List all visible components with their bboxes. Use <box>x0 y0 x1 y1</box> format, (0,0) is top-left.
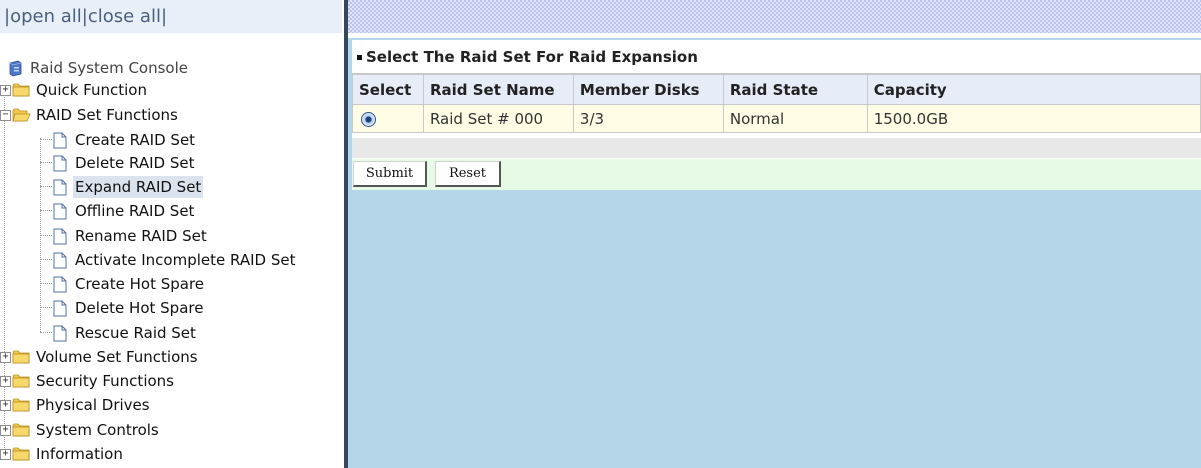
tree-item-label: Expand RAID Set <box>73 176 204 198</box>
content-pane: Select The Raid Set For Raid Expansion S… <box>348 0 1201 468</box>
table-row[interactable]: Raid Set # 000 3/3 Normal 1500.0GB <box>352 104 1201 133</box>
tree-item-label: Create RAID Set <box>75 131 196 149</box>
raid-expansion-form: Select The Raid Set For Raid Expansion S… <box>352 40 1201 190</box>
document-icon <box>53 325 67 341</box>
tree-connector-line <box>40 283 52 284</box>
document-icon <box>53 228 67 244</box>
navigation-pane: |open all|close all| Raid System Console… <box>0 0 344 468</box>
tree-item-label: Activate Incomplete RAID Set <box>75 251 296 269</box>
document-icon <box>53 203 67 219</box>
column-header-member-disks: Member Disks <box>572 74 724 105</box>
folder-open-icon <box>12 108 31 122</box>
bullet-icon <box>357 55 362 60</box>
tree-expander-icon[interactable]: + <box>0 448 11 460</box>
tree-item-system-controls[interactable]: + System Controls <box>0 419 161 441</box>
tree-item-create-raid-set[interactable]: Create RAID Set <box>53 129 197 151</box>
tree-item-label: Physical Drives <box>36 396 150 414</box>
form-title: Select The Raid Set For Raid Expansion <box>352 40 1201 74</box>
tree-item-raid-set-functions[interactable]: − RAID Set Functions <box>0 104 180 126</box>
tree-item-label: Offline RAID Set <box>75 202 195 220</box>
tree-root-label: Raid System Console <box>30 59 188 77</box>
select-cell[interactable] <box>352 104 424 133</box>
tree-connector-line <box>40 307 52 308</box>
raid-set-name-cell: Raid Set # 000 <box>422 104 574 133</box>
document-icon <box>53 276 67 292</box>
column-header-raid-set-name: Raid Set Name <box>422 74 574 105</box>
tree-connector-line <box>40 186 52 187</box>
folder-icon <box>12 398 30 412</box>
tree-item-volume-set-functions[interactable]: + Volume Set Functions <box>0 346 200 368</box>
table-header-row: Select Raid Set Name Member Disks Raid S… <box>352 74 1201 105</box>
folder-icon <box>12 423 30 437</box>
tree-item-label: System Controls <box>36 421 159 439</box>
tree-connector-line <box>40 235 52 236</box>
tree-item-label: RAID Set Functions <box>36 106 178 124</box>
document-icon <box>53 132 67 148</box>
member-disks-cell: 3/3 <box>572 104 724 133</box>
document-icon <box>53 300 67 316</box>
tree-expander-icon[interactable]: + <box>0 351 11 363</box>
folder-icon <box>12 83 30 97</box>
reset-button[interactable]: Reset <box>435 161 501 187</box>
tree-item-security-functions[interactable]: + Security Functions <box>0 370 176 392</box>
tree-item-label: Information <box>36 445 123 463</box>
tree-connector-line <box>40 332 52 333</box>
tree-expander-icon[interactable]: + <box>0 84 11 96</box>
raid-set-table: Select Raid Set Name Member Disks Raid S… <box>352 74 1201 133</box>
tree-connector-line <box>40 210 52 211</box>
tree-expander-icon[interactable]: + <box>0 424 11 436</box>
tree-root[interactable]: Raid System Console <box>8 57 190 79</box>
tree-connector-line <box>40 162 52 163</box>
folder-icon <box>12 374 30 388</box>
document-icon <box>53 252 67 268</box>
tree-item-label: Create Hot Spare <box>75 275 205 293</box>
tree-item-label: Delete Hot Spare <box>75 299 204 317</box>
tree-item-label: Security Functions <box>36 372 174 390</box>
tree-item-delete-raid-set[interactable]: Delete RAID Set <box>53 152 197 174</box>
column-header-capacity: Capacity <box>866 74 1201 105</box>
tree-expander-icon[interactable]: − <box>0 109 11 121</box>
form-title-text: Select The Raid Set For Raid Expansion <box>366 48 698 66</box>
tree-item-label: Volume Set Functions <box>36 348 198 366</box>
close-all-link[interactable]: close all <box>88 6 161 27</box>
tree-item-activate-incomplete-raid-set[interactable]: Activate Incomplete RAID Set <box>53 249 297 271</box>
document-icon <box>53 179 67 195</box>
form-actions: Submit Reset <box>352 159 1201 190</box>
tree-item-label: Delete RAID Set <box>75 154 195 172</box>
tree-item-label: Rescue Raid Set <box>75 324 196 342</box>
tree-item-physical-drives[interactable]: + Physical Drives <box>0 394 152 416</box>
tree-expander-icon[interactable]: + <box>0 375 11 387</box>
tree-item-rename-raid-set[interactable]: Rename RAID Set <box>53 225 209 247</box>
column-header-raid-state: Raid State <box>722 74 868 105</box>
table-spacer-row <box>352 138 1201 158</box>
tree-toggle-links: |open all|close all| <box>0 0 342 33</box>
tree-item-rescue-raid-set[interactable]: Rescue Raid Set <box>53 322 198 344</box>
banner-separator <box>348 33 1201 38</box>
radio-selected-icon[interactable] <box>361 111 376 127</box>
capacity-cell: 1500.0GB <box>866 104 1201 133</box>
tree-expander-icon[interactable]: + <box>0 399 11 411</box>
raid-state-cell: Normal <box>722 104 868 133</box>
tree-item-create-hot-spare[interactable]: Create Hot Spare <box>53 273 206 295</box>
link-separator: | <box>160 6 168 27</box>
tree-connector-line <box>40 139 52 140</box>
tree-item-delete-hot-spare[interactable]: Delete Hot Spare <box>53 297 205 319</box>
folder-icon <box>12 350 30 364</box>
tree-item-label: Rename RAID Set <box>75 227 207 245</box>
submit-button[interactable]: Submit <box>353 161 427 187</box>
open-all-link[interactable]: open all <box>10 6 82 27</box>
column-header-select: Select <box>352 74 424 105</box>
tree-item-expand-raid-set[interactable]: Expand RAID Set <box>53 176 204 198</box>
tree-item-label: Quick Function <box>36 81 147 99</box>
tree-item-offline-raid-set[interactable]: Offline RAID Set <box>53 200 196 222</box>
folder-icon <box>12 447 30 461</box>
header-banner <box>348 0 1201 33</box>
tree-item-quick-function[interactable]: + Quick Function <box>0 79 149 101</box>
server-icon <box>9 60 22 76</box>
tree-item-information[interactable]: + Information <box>0 443 125 465</box>
document-icon <box>53 155 67 171</box>
tree-connector-line <box>40 259 52 260</box>
